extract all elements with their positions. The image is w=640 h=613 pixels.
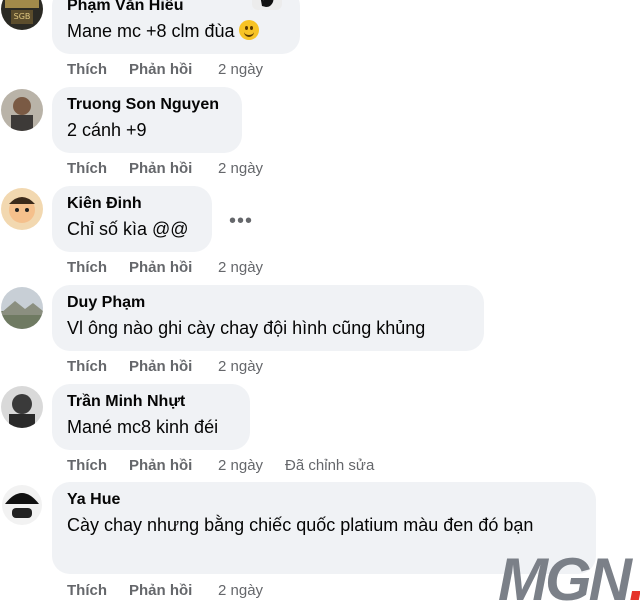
like-button[interactable]: Thích bbox=[67, 160, 129, 177]
comment-bubble: Truong Son Nguyen 2 cánh +9 bbox=[52, 87, 242, 153]
comment-actions: Thích Phản hồi 2 ngày Đã chỉnh sửa bbox=[67, 457, 374, 474]
like-button[interactable]: Thích bbox=[67, 259, 129, 276]
like-button[interactable]: Thích bbox=[67, 582, 129, 599]
comment-author[interactable]: Truong Son Nguyen bbox=[67, 95, 228, 115]
watermark-brand: MGN bbox=[498, 546, 632, 613]
timestamp[interactable]: 2 ngày bbox=[218, 259, 263, 276]
avatar[interactable] bbox=[1, 484, 43, 526]
avatar[interactable] bbox=[1, 89, 43, 131]
watermark-dot: . bbox=[629, 546, 640, 613]
timestamp[interactable]: 2 ngày bbox=[218, 457, 263, 474]
hand-icon bbox=[252, 0, 282, 10]
timestamp[interactable]: 2 ngày bbox=[218, 61, 263, 78]
like-button[interactable]: Thích bbox=[67, 61, 129, 78]
mgn-watermark-logo: MGN. bbox=[498, 550, 640, 610]
avatar[interactable] bbox=[1, 386, 43, 428]
reply-button[interactable]: Phản hồi bbox=[129, 582, 218, 599]
timestamp[interactable]: 2 ngày bbox=[218, 160, 263, 177]
timestamp[interactable]: 2 ngày bbox=[218, 358, 263, 375]
avatar[interactable] bbox=[1, 188, 43, 230]
reply-button[interactable]: Phản hồi bbox=[129, 457, 218, 474]
comment-author[interactable]: Trần Minh Nhựt bbox=[67, 392, 236, 412]
avatar[interactable]: SGB bbox=[1, 0, 43, 30]
comment-author[interactable]: Duy Phạm bbox=[67, 293, 470, 313]
comment-actions: Thích Phản hồi 2 ngày bbox=[67, 259, 263, 276]
like-button[interactable]: Thích bbox=[67, 358, 129, 375]
comment-author[interactable]: Kiên Đinh bbox=[67, 194, 198, 214]
comment-text: Vl ông nào ghi cày chay đội hình cũng kh… bbox=[67, 318, 426, 338]
timestamp[interactable]: 2 ngày bbox=[218, 582, 263, 599]
comment-text: Chỉ số kìa @@ bbox=[67, 219, 189, 239]
comment-text: Mané mc8 kinh đéi bbox=[67, 417, 219, 437]
avatar[interactable] bbox=[1, 287, 43, 329]
like-button[interactable]: Thích bbox=[67, 457, 129, 474]
comment-text: 2 cánh +9 bbox=[67, 120, 147, 140]
comment-actions: Thích Phản hồi 2 ngày bbox=[67, 582, 263, 599]
comment-bubble: Phạm Văn Hiếu Mane mc +8 clm đùa bbox=[52, 0, 300, 54]
comment-bubble: Kiên Đinh Chỉ số kìa @@ bbox=[52, 186, 212, 252]
reply-button[interactable]: Phản hồi bbox=[129, 358, 218, 375]
comment-actions: Thích Phản hồi 2 ngày bbox=[67, 358, 263, 375]
edited-label: Đã chỉnh sửa bbox=[285, 457, 375, 474]
comment-bubble: Trần Minh Nhựt Mané mc8 kinh đéi bbox=[52, 384, 250, 450]
comment-actions: Thích Phản hồi 2 ngày bbox=[67, 160, 263, 177]
reply-button[interactable]: Phản hồi bbox=[129, 61, 218, 78]
smile-emoji-icon bbox=[238, 20, 259, 40]
more-options-icon[interactable]: ••• bbox=[229, 211, 253, 231]
comment-text: Cày chay nhưng bằng chiếc quốc platium m… bbox=[67, 515, 534, 535]
svg-text:SGB: SGB bbox=[14, 12, 31, 21]
comment-author[interactable]: Ya Hue bbox=[67, 490, 582, 510]
comment-bubble: Duy Phạm Vl ông nào ghi cày chay đội hìn… bbox=[52, 285, 484, 351]
reply-button[interactable]: Phản hồi bbox=[129, 160, 218, 177]
reply-button[interactable]: Phản hồi bbox=[129, 259, 218, 276]
comment-text: Mane mc +8 clm đùa bbox=[67, 21, 235, 41]
comment-actions: Thích Phản hồi 2 ngày bbox=[67, 61, 263, 78]
